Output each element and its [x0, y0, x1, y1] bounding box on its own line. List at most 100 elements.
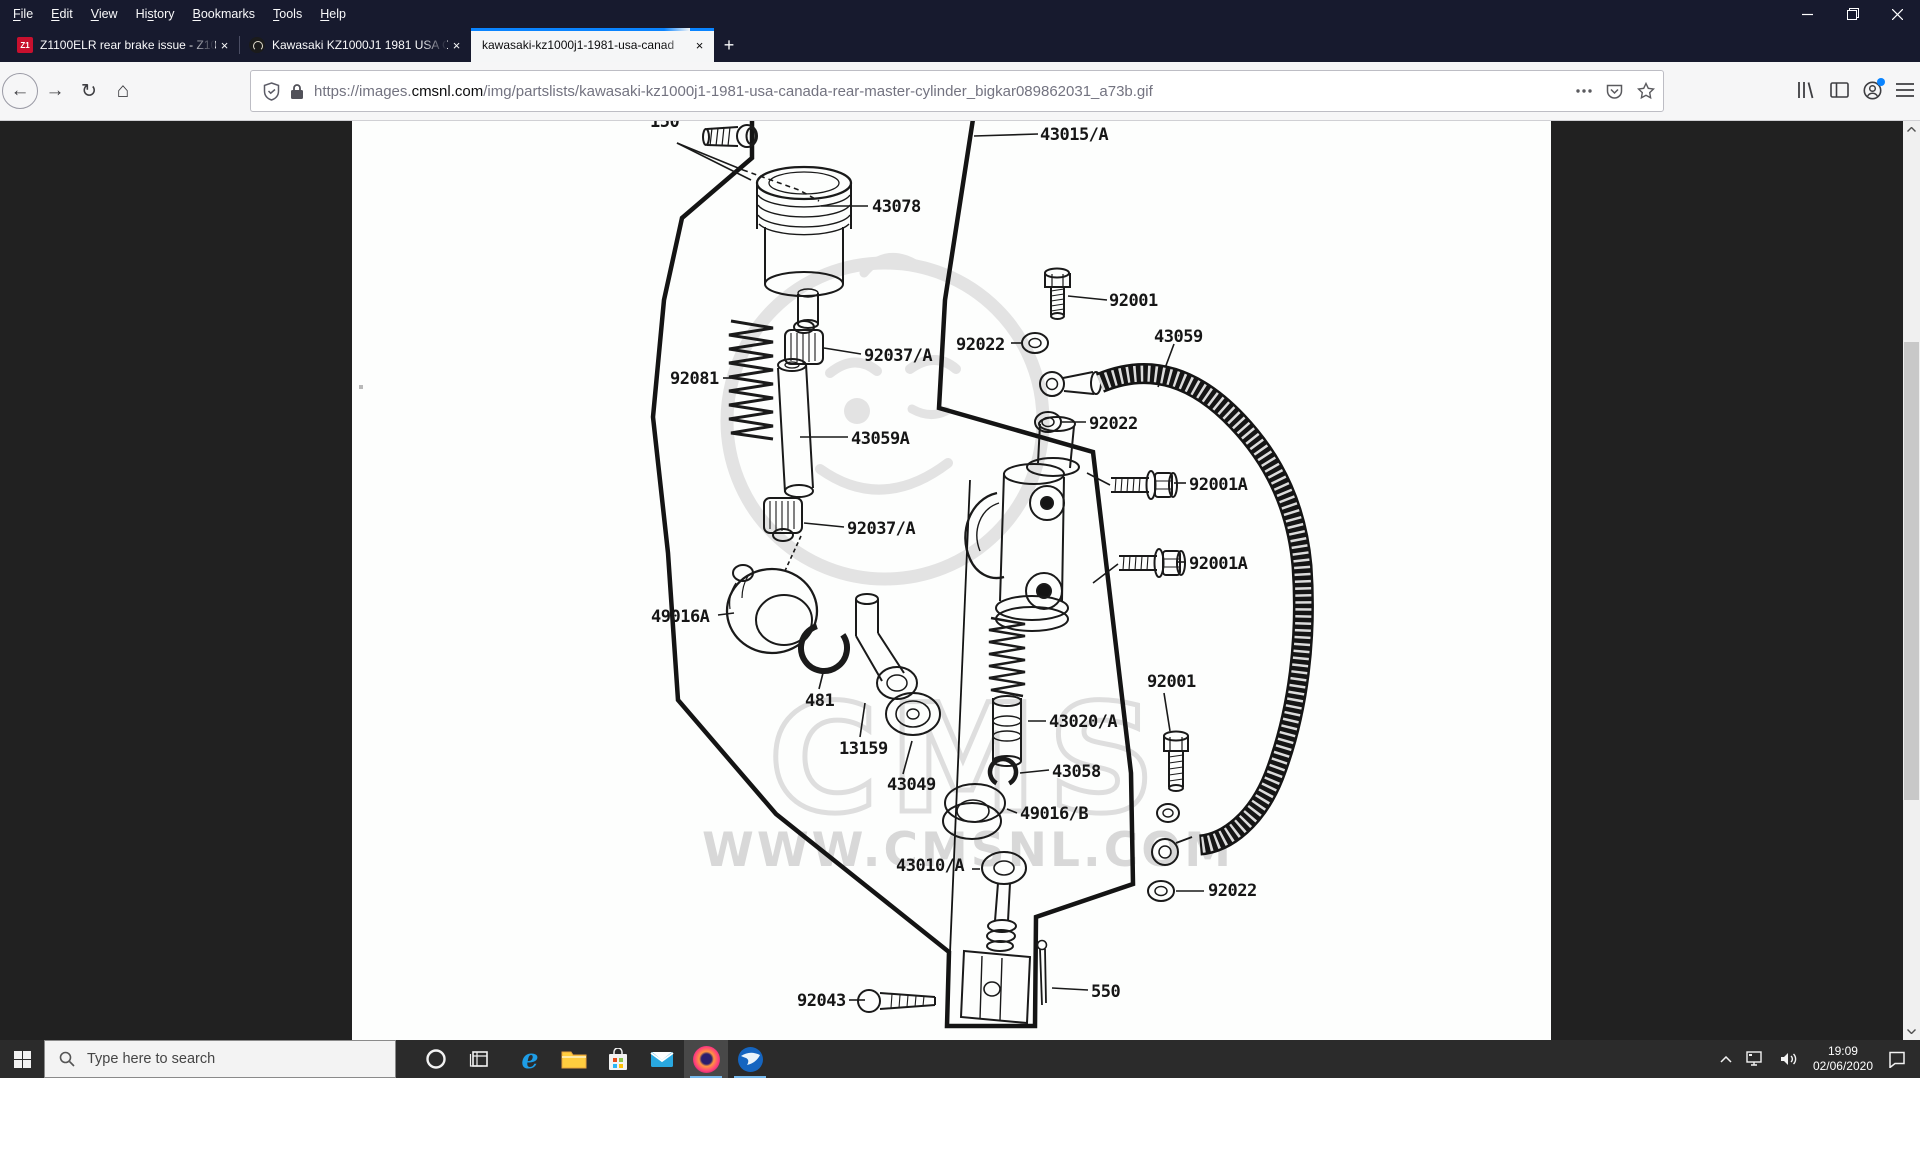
hamburger-menu-icon[interactable] — [1896, 83, 1914, 97]
clock-date: 02/06/2020 — [1813, 1059, 1873, 1074]
tab-strip: Z1 Z1100ELR rear brake issue - Z10 × Kaw… — [0, 28, 1920, 62]
taskbar-clock[interactable]: 19:09 02/06/2020 — [1805, 1044, 1881, 1074]
part-label: 92022 — [1208, 881, 1257, 901]
tab-close-icon[interactable]: × — [691, 37, 708, 54]
part-label: 43059A — [851, 429, 909, 449]
bookmark-star-icon[interactable] — [1637, 82, 1655, 100]
part-label: 43049 — [887, 775, 936, 795]
scrollbar-thumb[interactable] — [1904, 342, 1919, 800]
tab-title-fade — [664, 28, 690, 62]
scroll-down-arrow-icon[interactable] — [1903, 1023, 1920, 1040]
url-bar[interactable]: https://images.cmsnl.com/img/partslists/… — [250, 70, 1664, 112]
part-label: 92001A — [1189, 554, 1247, 574]
microsoft-store-button[interactable] — [596, 1040, 640, 1078]
action-center-icon[interactable] — [1881, 1040, 1920, 1078]
tab-kawasaki-kz1000j1[interactable]: Kawasaki KZ1000J1 1981 USA CA × — [240, 28, 471, 62]
page-actions-dots-icon[interactable] — [1576, 89, 1592, 93]
parts-diagram-image[interactable]: CMS WWW.CMSNL.COM — [352, 121, 1551, 1040]
forward-button[interactable]: → — [38, 74, 72, 108]
tray-chevron-up-icon[interactable] — [1713, 1040, 1739, 1078]
part-label: 49016A — [651, 607, 709, 627]
part-label: 150 — [650, 121, 679, 132]
firefox-button[interactable] — [684, 1040, 728, 1078]
pocket-icon[interactable] — [1606, 83, 1623, 100]
account-icon[interactable] — [1863, 81, 1882, 100]
new-tab-button[interactable]: + — [714, 28, 744, 62]
part-label: 481 — [805, 691, 834, 711]
edge-icon: e — [521, 1044, 538, 1075]
home-button[interactable]: ⌂ — [106, 74, 140, 108]
clock-time: 19:09 — [1813, 1044, 1873, 1059]
edge-button[interactable]: e — [508, 1040, 552, 1078]
part-label: 92037/A — [847, 519, 915, 539]
cmsnl-favicon-icon — [249, 37, 265, 53]
part-label: 49016/B — [1020, 804, 1088, 824]
volume-icon[interactable] — [1773, 1040, 1805, 1078]
master-cylinder-body — [965, 417, 1079, 631]
menu-history[interactable]: History — [127, 0, 184, 28]
page-action-buttons — [1576, 82, 1655, 100]
menu-help[interactable]: Help — [311, 0, 355, 28]
part-label: 43058 — [1052, 762, 1101, 782]
system-tray: 19:09 02/06/2020 — [1713, 1040, 1920, 1078]
browser-titlebar: FileEditViewHistoryBookmarksToolsHelp — [0, 0, 1920, 28]
network-icon[interactable] — [1739, 1040, 1773, 1078]
part-label: 92001 — [1147, 672, 1196, 692]
windows-taskbar: Type here to search e 19:09 02/06/2020 — [0, 1040, 1920, 1078]
thunderbird-button[interactable] — [728, 1040, 772, 1078]
menu-edit[interactable]: Edit — [42, 0, 82, 28]
tab-title: kawasaki-kz1000j1-1981-usa-canad — [482, 38, 691, 52]
part-label: 43078 — [872, 197, 921, 217]
scroll-up-arrow-icon[interactable] — [1903, 121, 1920, 138]
part-label: 92022 — [1089, 414, 1138, 434]
bolt-92001-top — [1045, 269, 1070, 320]
close-button[interactable] — [1875, 0, 1920, 28]
diagram-drawing: CMS WWW.CMSNL.COM — [352, 121, 1551, 1040]
part-label: 92043 — [797, 991, 846, 1011]
cortana-icon — [425, 1048, 447, 1070]
sidebar-toggle-icon[interactable] — [1830, 82, 1849, 98]
part-label: 92001A — [1189, 475, 1247, 495]
restore-button[interactable] — [1830, 0, 1875, 28]
library-icon[interactable] — [1796, 81, 1816, 99]
mail-button[interactable] — [640, 1040, 684, 1078]
search-placeholder: Type here to search — [87, 1051, 215, 1067]
toolbar-right-buttons — [1796, 70, 1914, 110]
clevis-bolt-92043 — [858, 990, 935, 1012]
pushrod-43059a — [778, 359, 813, 497]
svg-text:WWW.CMSNL.COM: WWW.CMSNL.COM — [702, 823, 1234, 878]
part-label: 92081 — [670, 369, 719, 389]
search-icon — [59, 1051, 75, 1067]
tab-close-icon[interactable]: × — [448, 37, 465, 54]
cotter-pin-550 — [1038, 941, 1047, 1006]
task-view-button[interactable] — [458, 1040, 502, 1078]
mail-icon — [650, 1049, 674, 1069]
minimize-button[interactable] — [1785, 0, 1830, 28]
washer-92022-3 — [1148, 881, 1174, 901]
thunderbird-icon — [737, 1046, 764, 1073]
tab-close-icon[interactable]: × — [216, 37, 233, 54]
circlip-481 — [792, 616, 856, 680]
tracking-protection-shield-icon[interactable] — [263, 82, 280, 101]
menu-bookmarks[interactable]: Bookmarks — [184, 0, 265, 28]
part-label: 92022 — [956, 335, 1005, 355]
vertical-scrollbar[interactable] — [1903, 121, 1920, 1040]
part-label: 550 — [1091, 982, 1120, 1002]
z1-forum-favicon-icon: Z1 — [17, 37, 33, 53]
menu-tools[interactable]: Tools — [264, 0, 311, 28]
back-button[interactable]: ← — [2, 73, 38, 109]
taskbar-search-input[interactable]: Type here to search — [44, 1040, 396, 1078]
reload-button[interactable]: ↻ — [72, 74, 106, 108]
window-controls — [1785, 0, 1920, 28]
bolt-92001-lower — [1164, 732, 1188, 792]
cortana-button[interactable] — [414, 1040, 458, 1078]
tab-image-active[interactable]: kawasaki-kz1000j1-1981-usa-canad × — [471, 28, 714, 62]
url-display[interactable]: https://images.cmsnl.com/img/partslists/… — [314, 83, 1576, 100]
menu-file[interactable]: File — [4, 0, 42, 28]
start-button[interactable] — [0, 1040, 44, 1078]
tab-title-fade — [189, 28, 215, 62]
tab-z1100elr-thread[interactable]: Z1 Z1100ELR rear brake issue - Z10 × — [8, 28, 239, 62]
menu-view[interactable]: View — [82, 0, 127, 28]
https-lock-icon[interactable] — [290, 83, 304, 100]
file-explorer-button[interactable] — [552, 1040, 596, 1078]
